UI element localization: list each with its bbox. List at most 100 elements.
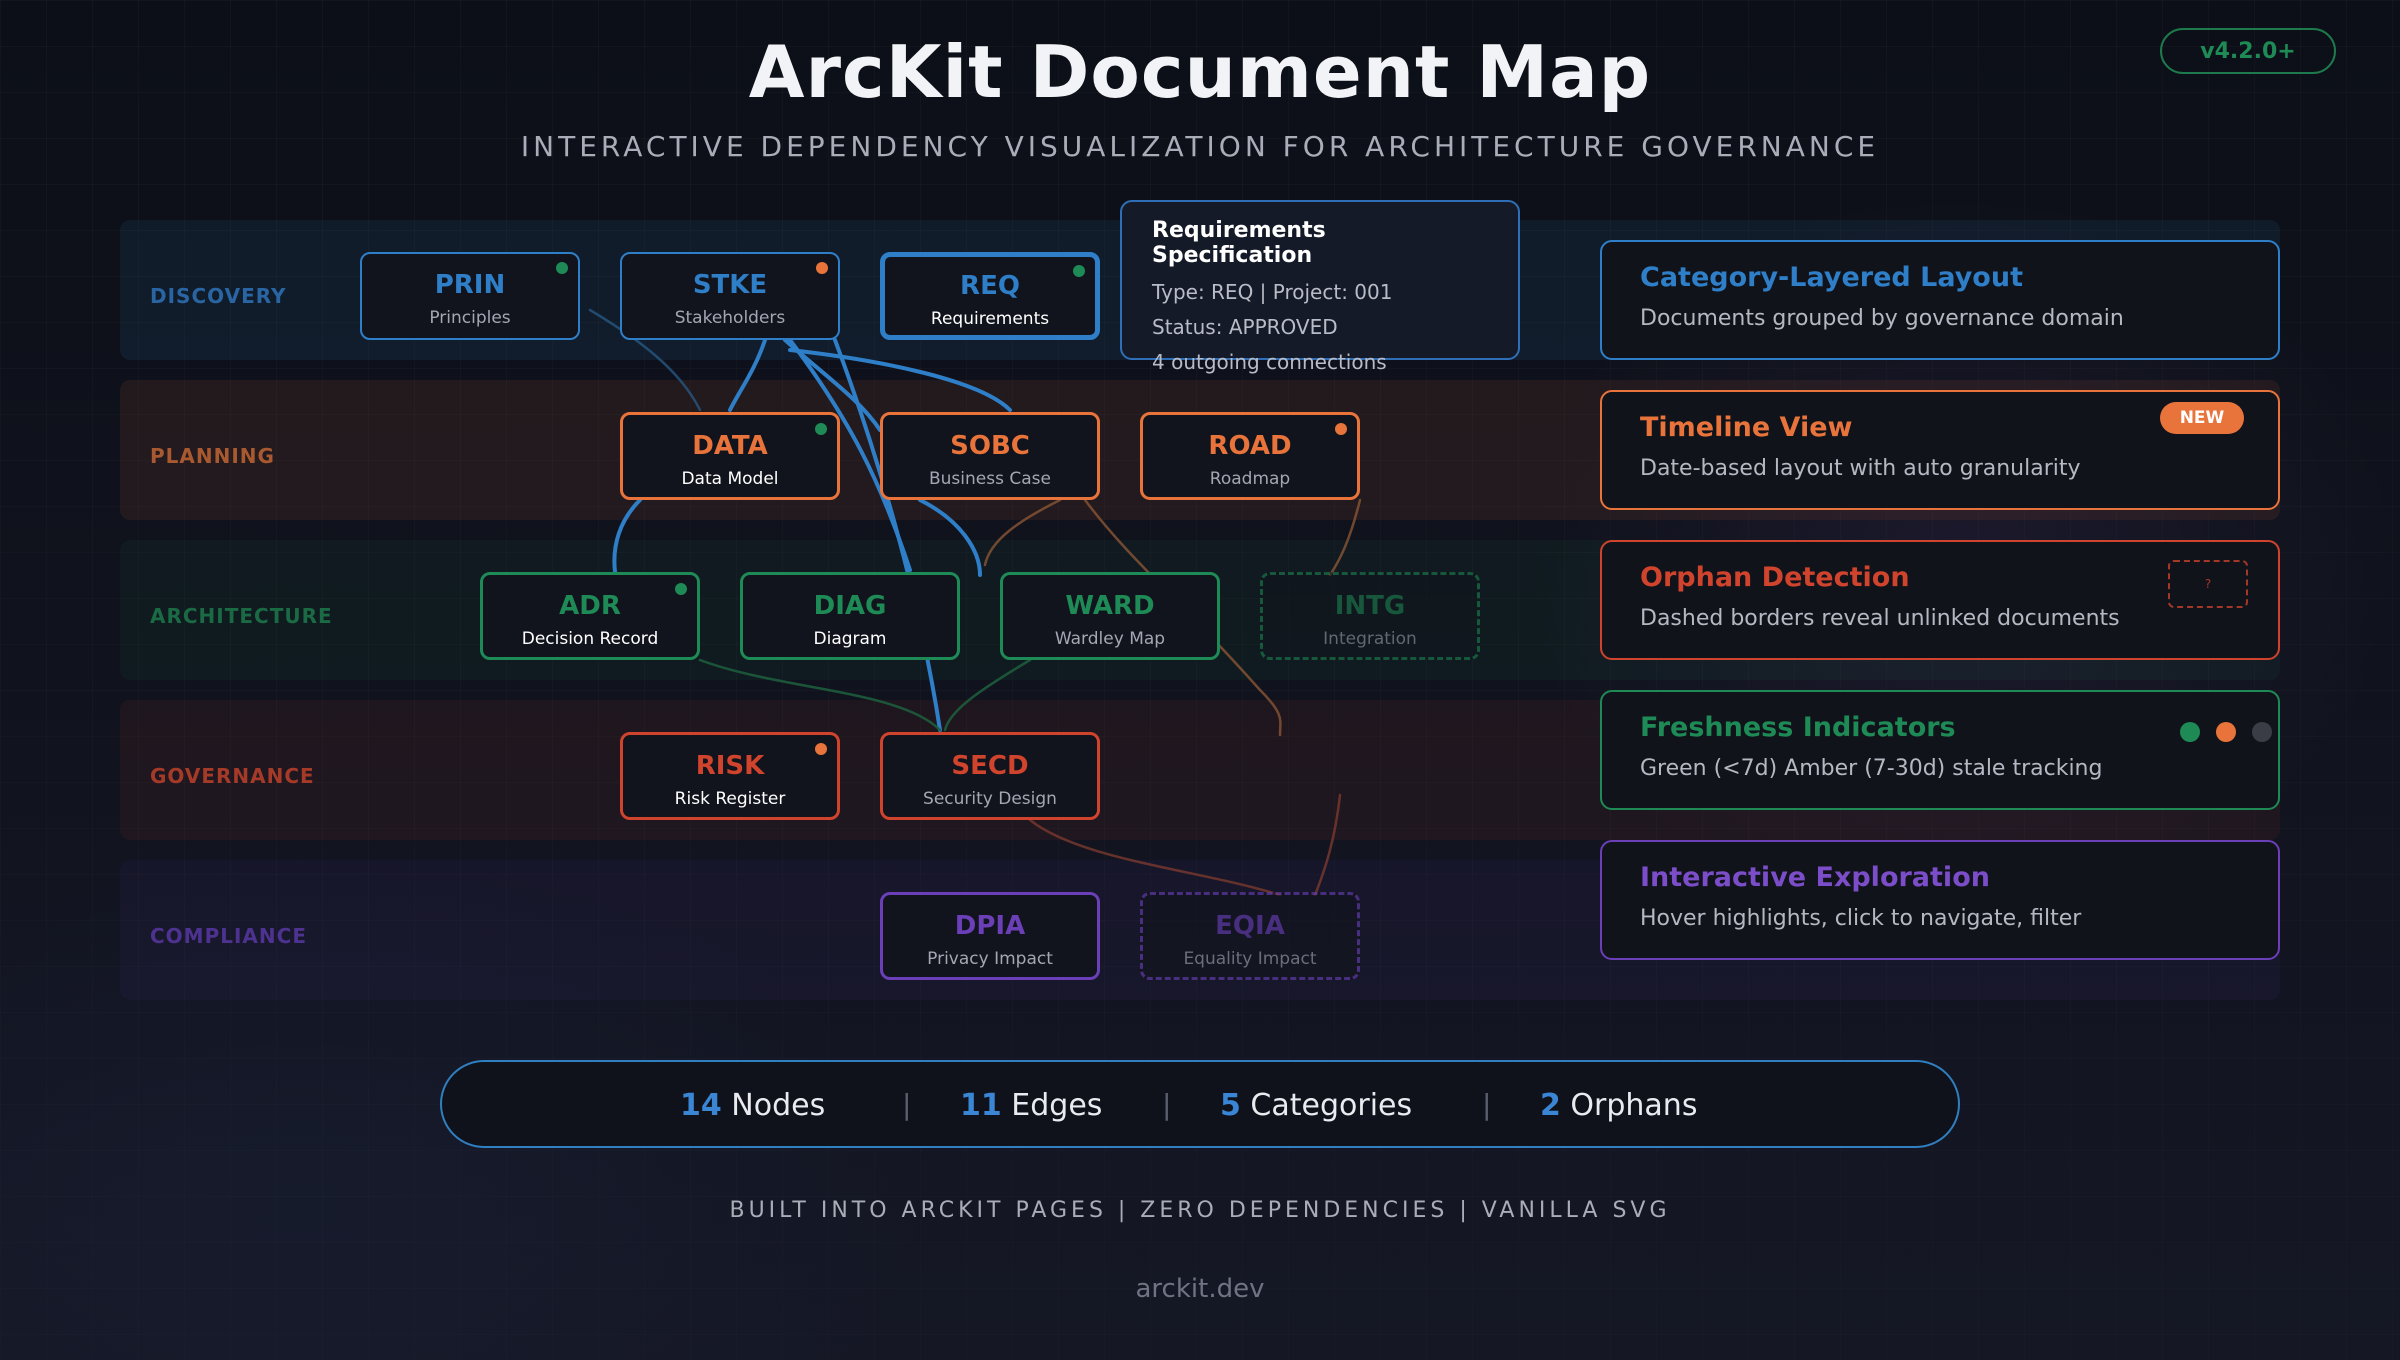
node-adr[interactable]: ADR Decision Record [480, 572, 700, 660]
edge-adr-secd [698, 658, 942, 732]
node-name: Integration [1323, 629, 1417, 649]
feature-title: Category-Layered Layout [1640, 262, 2023, 293]
node-name: Requirements [930, 309, 1050, 329]
node-code: SECD [951, 751, 1029, 781]
stat-label: Nodes [731, 1088, 826, 1123]
node-secd[interactable]: SECD Security Design [880, 732, 1100, 820]
node-code: INTG [1334, 591, 1406, 621]
stat-edges: 11 Edges [960, 1088, 1102, 1123]
node-dpia[interactable]: DPIA Privacy Impact [880, 892, 1100, 980]
orphan-example-box: ? [2168, 560, 2248, 608]
node-code: ROAD [1208, 431, 1292, 461]
stat-categories: 5 Categories [1220, 1088, 1412, 1123]
node-name: Wardley Map [1054, 629, 1166, 649]
stat-number: 5 [1220, 1088, 1241, 1123]
node-eqia[interactable]: EQIA Equality Impact [1140, 892, 1360, 980]
node-name: Privacy Impact [927, 949, 1053, 969]
feature-title: Orphan Detection [1640, 562, 1910, 593]
feature-desc: Dashed borders reveal unlinked documents [1640, 606, 2120, 631]
feature-desc: Green (<7d) Amber (7-30d) stale tracking [1640, 756, 2103, 781]
node-prin[interactable]: PRIN Principles [360, 252, 580, 340]
node-code: DPIA [954, 911, 1026, 941]
node-name: Risk Register [674, 789, 786, 809]
node-road[interactable]: ROAD Roadmap [1140, 412, 1360, 500]
node-name: Data Model [681, 469, 779, 489]
stat-separator: | [1482, 1088, 1492, 1121]
feature-desc: Documents grouped by governance domain [1640, 306, 2124, 331]
stat-number: 11 [960, 1088, 1002, 1123]
node-code: REQ [960, 271, 1020, 301]
node-risk[interactable]: RISK Risk Register [620, 732, 840, 820]
feature-card-layout: Category-Layered Layout Documents groupe… [1600, 240, 2280, 360]
stat-number: 2 [1540, 1088, 1561, 1123]
tooltip-connections: 4 outgoing connections [1152, 350, 1387, 374]
node-name: Stakeholders [674, 308, 786, 328]
node-name: Principles [429, 308, 511, 328]
tooltip-type: Type: REQ | Project: 001 [1152, 280, 1393, 304]
node-ward[interactable]: WARD Wardley Map [1000, 572, 1220, 660]
edge-data-adr [612, 498, 642, 574]
fresh-dot-stale [2252, 722, 2272, 742]
node-name: Diagram [813, 629, 887, 649]
fresh-dot-green [2180, 722, 2200, 742]
node-name: Equality Impact [1183, 949, 1317, 969]
amber-dot [1335, 423, 1347, 435]
node-req[interactable]: REQ Requirements [880, 252, 1100, 340]
node-sobc[interactable]: SOBC Business Case [880, 412, 1100, 500]
amber-dot [816, 262, 828, 274]
node-code: DIAG [813, 591, 887, 621]
node-code: ADR [559, 591, 621, 621]
feature-title: Interactive Exploration [1640, 862, 1990, 893]
node-name: Roadmap [1209, 469, 1291, 489]
site-link[interactable]: arckit.dev [0, 1274, 2400, 1304]
edge-road-intg [1328, 498, 1362, 577]
stat-separator: | [902, 1088, 912, 1121]
fresh-dot-amber [2216, 722, 2236, 742]
stat-label: Orphans [1570, 1088, 1698, 1123]
stat-label: Categories [1250, 1088, 1413, 1123]
fresh-dot [675, 583, 687, 595]
node-data[interactable]: DATA Data Model [620, 412, 840, 500]
feature-card-interactive: Interactive Exploration Hover highlights… [1600, 840, 2280, 960]
feature-card-orphan: Orphan Detection Dashed borders reveal u… [1600, 540, 2280, 660]
node-code: WARD [1065, 591, 1155, 621]
stat-number: 14 [680, 1088, 722, 1123]
feature-card-freshness: Freshness Indicators Green (<7d) Amber (… [1600, 690, 2280, 810]
feature-desc: Hover highlights, click to navigate, fil… [1640, 906, 2082, 931]
tooltip-status: Status: APPROVED [1152, 315, 1338, 339]
feature-desc: Date-based layout with auto granularity [1640, 456, 2081, 481]
stats-bar: 14 Nodes | 11 Edges | 5 Categories | 2 O… [440, 1060, 1960, 1148]
edge-ward-secd [943, 658, 1032, 732]
new-badge: NEW [2160, 402, 2244, 434]
edge-sobc-ward [983, 498, 1062, 567]
edge-secd-eqia [1028, 818, 1282, 897]
fresh-dot [815, 423, 827, 435]
node-code: RISK [695, 751, 765, 781]
node-code: DATA [692, 431, 768, 461]
feature-title: Freshness Indicators [1640, 712, 1956, 743]
node-name: Business Case [929, 469, 1051, 489]
node-code: EQIA [1215, 911, 1285, 941]
node-tooltip: Requirements Specification Type: REQ | P… [1120, 200, 1520, 374]
node-name: Decision Record [521, 629, 659, 649]
node-stke[interactable]: STKE Stakeholders [620, 252, 840, 340]
fresh-dot [556, 262, 568, 274]
edge-stke-data [728, 338, 767, 412]
node-intg[interactable]: INTG Integration [1260, 572, 1480, 660]
node-name: Security Design [923, 789, 1057, 809]
stat-separator: | [1162, 1088, 1172, 1121]
stat-label: Edges [1011, 1088, 1103, 1123]
edge-req-diag [918, 498, 982, 577]
node-diag[interactable]: DIAG Diagram [740, 572, 960, 660]
feature-title: Timeline View [1640, 412, 1853, 443]
fresh-dot [1073, 265, 1085, 277]
edge-req-sobc [788, 348, 1012, 412]
stat-nodes: 14 Nodes [680, 1088, 825, 1123]
tooltip-title: Requirements Specification [1152, 218, 1326, 268]
node-code: PRIN [434, 270, 506, 300]
footer-tagline: BUILT INTO ARCKIT PAGES | ZERO DEPENDENC… [729, 1198, 1671, 1223]
stat-orphans: 2 Orphans [1540, 1088, 1697, 1123]
feature-card-timeline: Timeline View Date-based layout with aut… [1600, 390, 2280, 510]
amber-dot [815, 743, 827, 755]
node-code: SOBC [950, 431, 1030, 461]
